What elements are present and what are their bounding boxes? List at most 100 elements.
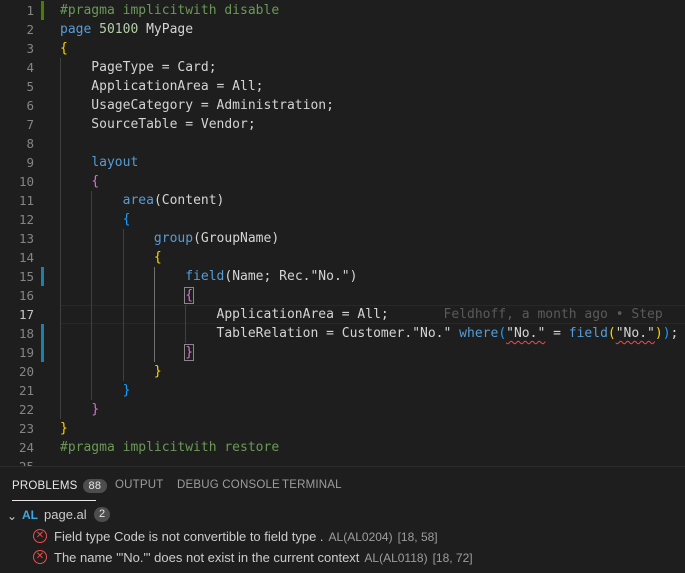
- code-text: #pragma implicitwith restore: [60, 440, 280, 455]
- code-text: }: [153, 364, 162, 379]
- al-file-icon: AL: [22, 508, 38, 522]
- code-text: #pragma implicitwith disable: [60, 3, 280, 18]
- git-change-marker[interactable]: [41, 324, 44, 343]
- line-number: 8: [26, 136, 34, 151]
- indent-guide: [185, 305, 187, 343]
- line-number: 7: [26, 117, 34, 132]
- git-change-marker[interactable]: [41, 1, 44, 20]
- code-line[interactable]: 12 {: [0, 210, 685, 229]
- line-number: 21: [18, 383, 34, 398]
- problem-item[interactable]: ✕ Field type Code is not convertible to …: [0, 526, 685, 547]
- problem-file-count: 2: [94, 507, 111, 522]
- code-line[interactable]: 7 SourceTable = Vendor;: [0, 115, 685, 134]
- code-text: {: [91, 174, 100, 189]
- code-text: ApplicationArea = All;: [60, 79, 264, 94]
- code-line[interactable]: 3{: [0, 39, 685, 58]
- code-text: {: [122, 212, 131, 227]
- line-number: 25: [0, 457, 34, 466]
- indent-guide: [60, 58, 61, 419]
- code-line[interactable]: 15 field(Name; Rec."No."): [0, 267, 685, 286]
- bottom-panel: PROBLEMS 88 OUTPUT DEBUG CONSOLE TERMINAL…: [0, 466, 685, 573]
- code-text: UsageCategory = Administration;: [60, 98, 334, 113]
- code-editor[interactable]: 1 #pragma implicitwith disable 2 page 50100…: [0, 0, 685, 466]
- code-line[interactable]: 19 }: [0, 343, 685, 362]
- line-number: 2: [26, 22, 34, 37]
- code-text: layout: [91, 155, 139, 170]
- code-text: }: [184, 344, 195, 361]
- problem-source: AL(AL0118): [364, 551, 428, 565]
- line-number: 3: [26, 41, 34, 56]
- code-text: ApplicationArea = All; Feldhoff, a month…: [60, 307, 663, 322]
- problem-message: The name '"No."' does not exist in the c…: [54, 550, 360, 565]
- code-line[interactable]: 23}: [0, 419, 685, 438]
- code-line[interactable]: 16 {: [0, 286, 685, 305]
- problem-item[interactable]: ✕ The name '"No."' does not exist in the…: [0, 547, 685, 568]
- code-text: TableRelation = Customer."No." where("No…: [60, 326, 679, 341]
- line-number: 14: [18, 250, 34, 265]
- active-tab-indicator: [12, 500, 96, 501]
- code-line[interactable]: 20 }: [0, 362, 685, 381]
- problem-location: [18, 58]: [397, 530, 438, 544]
- code-line[interactable]: 4 PageType = Card;: [0, 58, 685, 77]
- error-icon: ✕: [33, 550, 47, 564]
- code-text: {: [184, 287, 195, 304]
- tab-problems-label: PROBLEMS: [12, 480, 78, 492]
- code-text: {: [60, 41, 68, 56]
- code-line[interactable]: 18 TableRelation = Customer."No." where(…: [0, 324, 685, 343]
- code-line[interactable]: 2 page 50100 MyPage: [0, 20, 685, 39]
- code-text: area(Content): [122, 193, 225, 208]
- code-text: PageType = Card;: [60, 60, 217, 75]
- line-number: 10: [18, 174, 34, 189]
- problem-location: [18, 72]: [432, 551, 473, 565]
- indent-guide: [122, 229, 124, 381]
- code-line[interactable]: 25: [0, 457, 685, 466]
- code-text: }: [122, 383, 131, 398]
- code-line[interactable]: 11 area(Content): [0, 191, 685, 210]
- problem-file-name: page.al: [44, 507, 87, 522]
- chevron-down-icon[interactable]: ⌄: [7, 505, 17, 527]
- code-text: group(GroupName): [153, 231, 280, 246]
- indent-guide: [153, 267, 155, 362]
- line-number: 12: [18, 212, 34, 227]
- tab-debug-console[interactable]: DEBUG CONSOLE: [177, 479, 280, 491]
- line-number: 22: [18, 402, 34, 417]
- line-number: 23: [18, 421, 34, 436]
- code-line[interactable]: 22 }: [0, 400, 685, 419]
- code-text: {: [153, 250, 162, 265]
- line-number: 11: [18, 193, 34, 208]
- tab-output[interactable]: OUTPUT: [115, 479, 163, 491]
- code-line[interactable]: 17 ApplicationArea = All; Feldhoff, a mo…: [0, 305, 685, 324]
- line-number: 5: [26, 79, 34, 94]
- code-text: page 50100 MyPage: [60, 22, 194, 37]
- code-line[interactable]: 13 group(GroupName): [0, 229, 685, 248]
- code-line[interactable]: 9 layout: [0, 153, 685, 172]
- code-line[interactable]: 14 {: [0, 248, 685, 267]
- panel-tabs: PROBLEMS 88 OUTPUT DEBUG CONSOLE TERMINAL: [0, 467, 685, 503]
- code-text: field(Name; Rec."No."): [185, 269, 358, 284]
- line-number: 1: [26, 3, 34, 18]
- problem-source: AL(AL0204): [328, 530, 393, 544]
- git-change-marker[interactable]: [41, 267, 44, 286]
- indent-guide: [91, 191, 93, 400]
- line-number: 13: [18, 231, 34, 246]
- code-line[interactable]: 21 }: [0, 381, 685, 400]
- error-icon: ✕: [33, 529, 47, 543]
- line-number: 4: [26, 60, 34, 75]
- line-number: 20: [18, 364, 34, 379]
- problem-file-group[interactable]: ⌄ AL page.al 2: [0, 504, 685, 526]
- code-line[interactable]: 10 {: [0, 172, 685, 191]
- tab-terminal[interactable]: TERMINAL: [282, 479, 342, 491]
- code-line[interactable]: 8: [0, 134, 685, 153]
- line-number: 18: [18, 326, 34, 341]
- problems-count-badge: 88: [82, 479, 108, 493]
- code-line[interactable]: 1 #pragma implicitwith disable: [0, 1, 685, 20]
- code-line[interactable]: 24 #pragma implicitwith restore: [0, 438, 685, 457]
- line-number: 19: [18, 345, 34, 360]
- tab-problems[interactable]: PROBLEMS 88: [12, 479, 108, 493]
- line-number: 24: [18, 440, 34, 455]
- code-text: }: [60, 421, 68, 436]
- code-line[interactable]: 6 UsageCategory = Administration;: [0, 96, 685, 115]
- code-line[interactable]: 5 ApplicationArea = All;: [0, 77, 685, 96]
- code-text: SourceTable = Vendor;: [60, 117, 256, 132]
- git-change-marker[interactable]: [41, 343, 44, 362]
